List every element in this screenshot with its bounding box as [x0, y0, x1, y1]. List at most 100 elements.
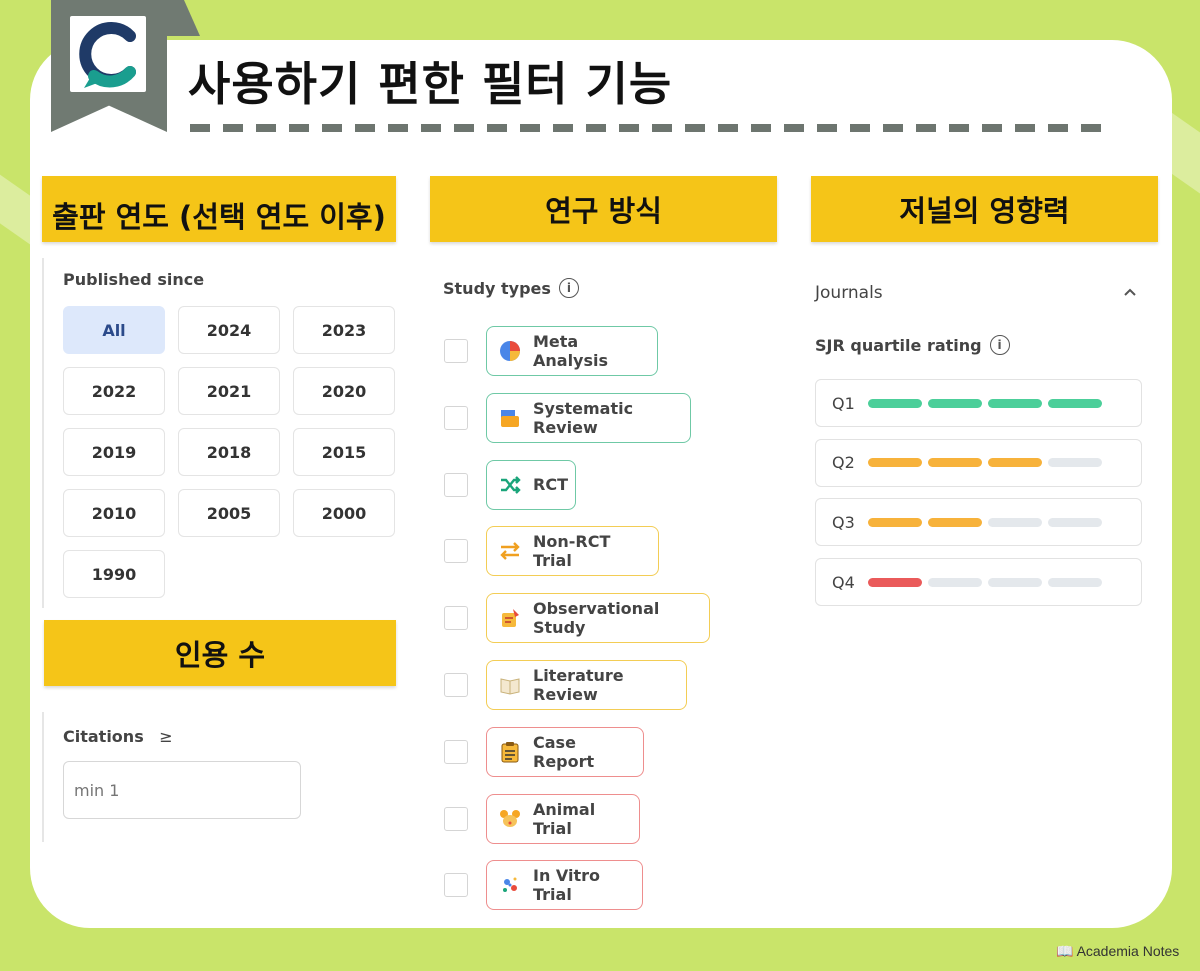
study-type-chip[interactable]: Animal Trial	[486, 793, 640, 844]
study-type-checkbox[interactable]	[444, 739, 468, 764]
quartile-bar-segment	[868, 577, 922, 587]
quartile-bar-segment	[988, 398, 1042, 408]
quartile-label: Q3	[832, 512, 855, 532]
ribbon-tab	[160, 0, 200, 36]
page-title: 사용하기 편한 필터 기능	[188, 57, 673, 111]
open-book-icon	[499, 674, 521, 696]
study-type-label: Meta Analysis	[533, 332, 609, 370]
quartile-bar-segment	[928, 517, 982, 527]
quartile-bar-segment	[988, 577, 1042, 587]
book-icon: 📖	[1056, 943, 1074, 959]
microbe-icon	[499, 874, 521, 896]
quartile-bar-segment	[868, 458, 922, 468]
pie-chart-icon	[499, 340, 521, 362]
folder-icon	[499, 407, 521, 429]
study-type-label: Non-RCT Trial	[533, 532, 611, 571]
clipboard-list-icon	[499, 741, 521, 763]
sjr-quartile-label-text: SJR quartile rating	[815, 335, 982, 355]
study-type-checkbox[interactable]	[444, 873, 468, 898]
study-type-checkbox[interactable]	[444, 539, 468, 564]
quartile-bar-segment	[988, 517, 1042, 527]
quartile-label: Q1	[832, 393, 855, 413]
year-button[interactable]: 2022	[63, 367, 165, 415]
year-button[interactable]: 2020	[293, 367, 395, 415]
year-button[interactable]: 2000	[293, 489, 395, 537]
study-type-label: Systematic Review	[533, 398, 634, 437]
year-button[interactable]: 2021	[178, 367, 280, 415]
study-type-checkbox[interactable]	[444, 673, 468, 697]
study-type-checkbox[interactable]	[444, 339, 468, 363]
info-icon[interactable]: i	[989, 335, 1010, 355]
study-type-checkbox[interactable]	[444, 405, 468, 430]
quartile-bar-segment	[928, 398, 982, 408]
year-button[interactable]: 2023	[293, 306, 395, 354]
year-banner: 출판 연도 (선택 연도 이후)	[42, 176, 396, 242]
study-banner: 연구 방식	[430, 176, 777, 242]
study-type-label: Literature Review	[533, 666, 624, 704]
study-type-label: In Vitro Trial	[533, 866, 601, 905]
quartile-label: Q2	[832, 453, 855, 473]
study-type-chip[interactable]: Observational Study	[486, 593, 710, 644]
mouse-icon	[499, 808, 521, 830]
study-type-label: Case Report	[533, 732, 595, 771]
quartile-bar-segment	[1048, 517, 1102, 527]
study-type-checkbox[interactable]	[444, 472, 468, 497]
year-button[interactable]: 2015	[293, 428, 395, 476]
study-type-checkbox[interactable]	[444, 606, 468, 631]
published-since-label: Published since	[63, 270, 205, 289]
dashed-divider	[190, 124, 1112, 132]
quartile-label: Q4	[832, 572, 855, 592]
study-type-label: Observational Study	[533, 599, 660, 638]
study-type-chip[interactable]: Meta Analysis	[486, 326, 658, 376]
logo	[70, 16, 146, 92]
year-button[interactable]: 2005	[178, 489, 280, 537]
study-type-label: Animal Trial	[533, 799, 596, 838]
study-types-label: Study types i	[443, 278, 579, 298]
study-type-chip[interactable]: Systematic Review	[486, 392, 691, 443]
watermark-text: Academia Notes	[1076, 943, 1180, 959]
citations-input[interactable]	[63, 761, 301, 819]
info-icon[interactable]: i	[558, 278, 579, 298]
quartile-bar-segment	[1048, 458, 1102, 468]
journal-banner: 저널의 영향력	[811, 176, 1158, 242]
citations-banner: 인용 수	[44, 620, 396, 686]
chevron-up-icon[interactable]	[1122, 284, 1138, 300]
year-button[interactable]: All	[63, 306, 165, 354]
quartile-bar-segment	[1048, 398, 1102, 408]
quartile-option[interactable]: Q3	[815, 498, 1142, 547]
year-button[interactable]: 2024	[178, 306, 280, 354]
study-types-label-text: Study types	[443, 278, 551, 298]
quartile-bar-segment	[988, 458, 1042, 468]
journals-label: Journals	[815, 283, 883, 303]
year-button[interactable]: 2010	[63, 489, 165, 537]
quartile-option[interactable]: Q1	[815, 379, 1142, 427]
study-type-chip[interactable]: In Vitro Trial	[486, 860, 643, 911]
quartile-bar-segment	[928, 577, 982, 587]
study-type-chip[interactable]: Literature Review	[486, 660, 687, 710]
logo-c-icon	[79, 22, 136, 88]
swap-arrows-icon	[499, 540, 521, 562]
column-border	[42, 258, 44, 608]
year-button[interactable]: 2019	[63, 428, 165, 476]
study-type-chip[interactable]: Case Report	[486, 726, 644, 777]
quartile-bar-segment	[928, 458, 982, 468]
shuffle-icon	[499, 474, 521, 496]
study-type-chip[interactable]: Non-RCT Trial	[486, 526, 659, 577]
quartile-option[interactable]: Q4	[815, 558, 1142, 607]
clipboard-pencil-icon	[499, 607, 521, 629]
quartile-option[interactable]: Q2	[815, 438, 1142, 487]
quartile-bar-segment	[868, 398, 922, 408]
year-button[interactable]: 2018	[178, 428, 280, 476]
quartile-bar-segment	[1048, 577, 1102, 587]
watermark: 📖 Academia Notes	[1056, 943, 1179, 960]
quartile-bar-segment	[868, 517, 922, 527]
citations-label-text: Citations	[63, 727, 144, 746]
citations-operator: ≥	[159, 727, 173, 746]
sjr-quartile-label: SJR quartile rating i	[815, 335, 1010, 355]
year-button[interactable]: 1990	[63, 550, 165, 598]
citations-label: Citations ≥	[63, 727, 173, 746]
study-type-chip[interactable]: RCT	[486, 459, 576, 510]
column-border	[42, 712, 44, 842]
study-type-checkbox[interactable]	[444, 806, 468, 831]
study-type-label: RCT	[533, 475, 568, 495]
